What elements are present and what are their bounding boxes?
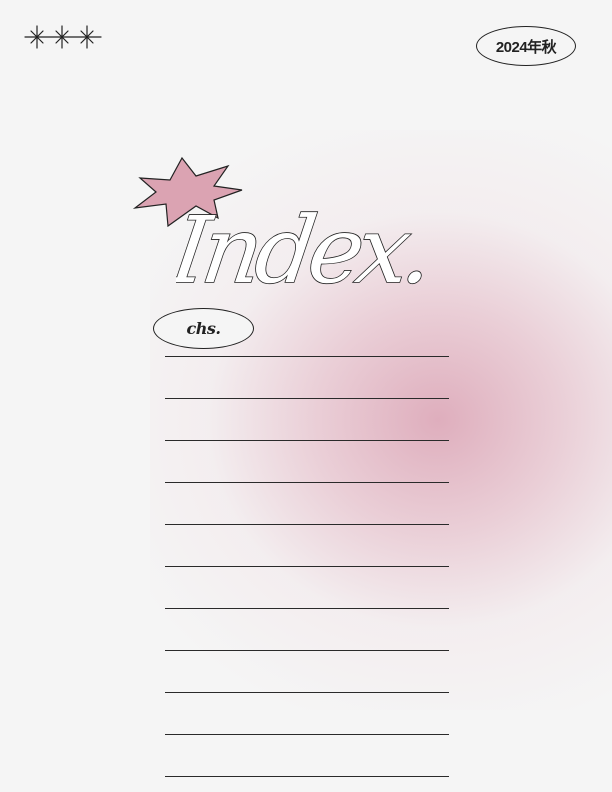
index-line [165,566,449,567]
index-line [165,440,449,441]
season-badge: 2024年秋 [476,26,576,66]
index-line [165,482,449,483]
index-line [165,776,449,777]
index-page: 2024年秋 Index. chs. [0,0,612,792]
index-line [165,692,449,693]
chapter-badge: chs. [153,308,254,349]
three-sparkles-icon [24,25,102,49]
index-line [165,608,449,609]
index-line [165,734,449,735]
index-title-text: Index. [176,196,435,302]
index-line [165,524,449,525]
index-line [165,650,449,651]
index-title: Index. [176,196,435,302]
index-line [165,356,449,357]
index-line [165,398,449,399]
